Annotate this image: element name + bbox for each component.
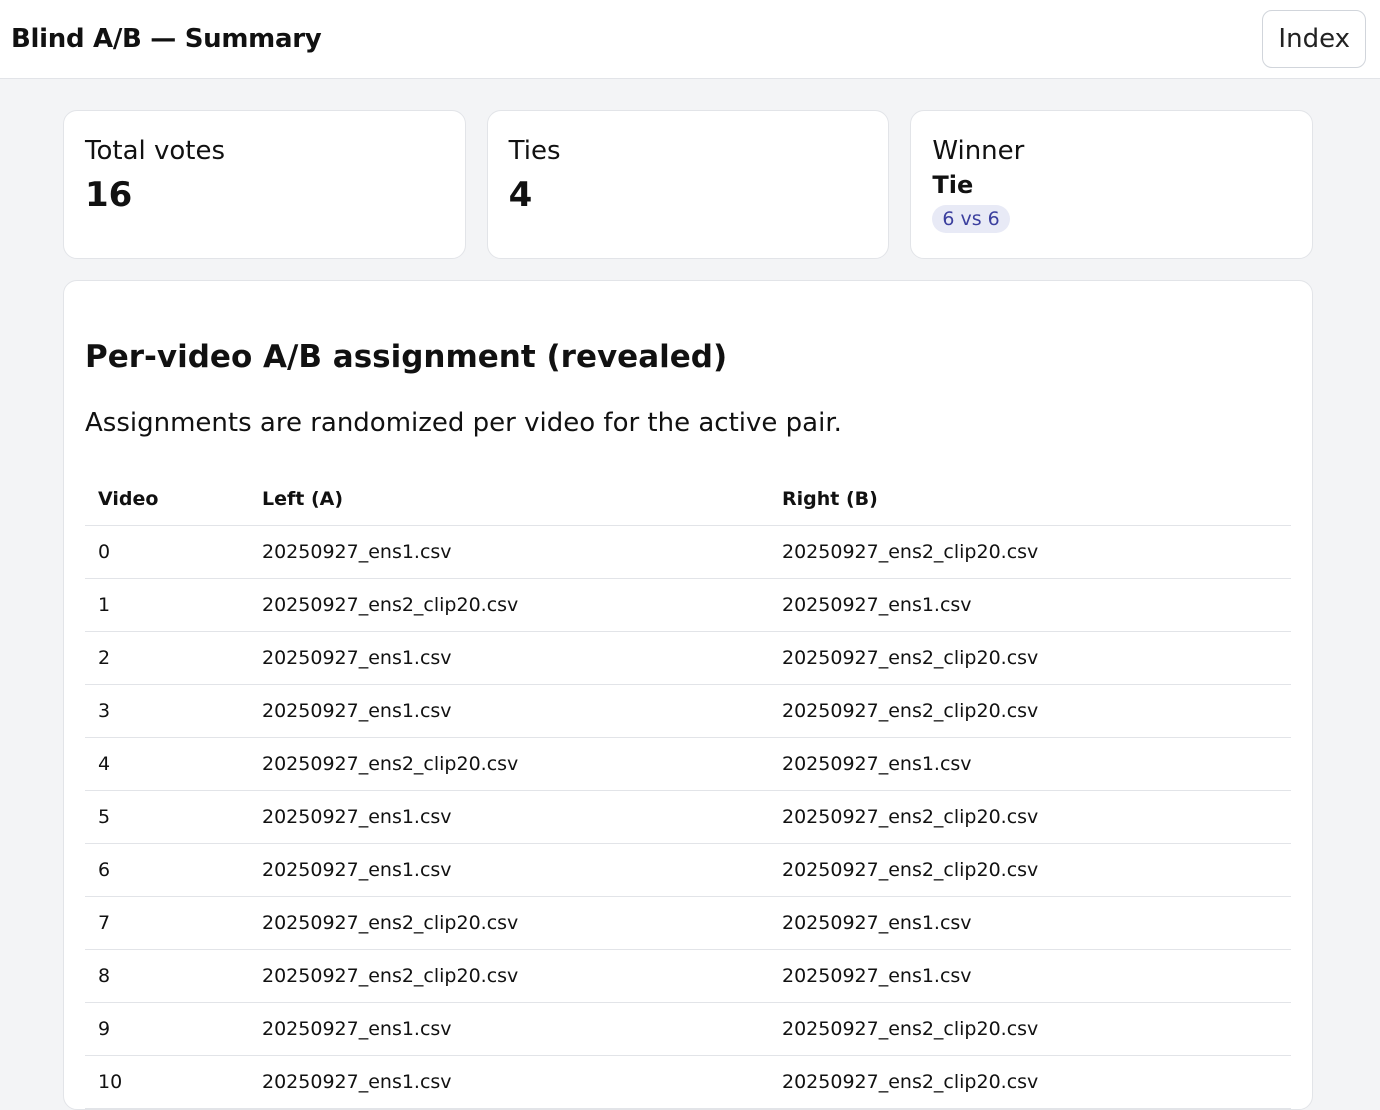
column-header-right: Right (B) — [769, 473, 1291, 526]
right-file-cell: 20250927_ens2_clip20.csv — [769, 843, 1291, 897]
right-file-cell: 20250927_ens2_clip20.csv — [769, 631, 1291, 685]
table-row: 1 20250927_ens2_clip20.csv 20250927_ens1… — [85, 578, 1291, 632]
top-bar: Blind A/B — Summary Index — [0, 0, 1380, 79]
video-index-cell: 5 — [85, 790, 249, 844]
winner-label: Winner — [932, 136, 1025, 166]
video-index-cell: 2 — [85, 631, 249, 685]
left-file-cell: 20250927_ens2_clip20.csv — [249, 896, 769, 950]
total-votes-value: 16 — [85, 175, 133, 215]
assignment-table: Video Left (A) Right (B) 0 20250927_ens1… — [85, 473, 1291, 1109]
table-row: 10 20250927_ens1.csv 20250927_ens2_clip2… — [85, 1055, 1291, 1109]
video-index-cell: 6 — [85, 843, 249, 897]
left-file-cell: 20250927_ens1.csv — [249, 1055, 769, 1109]
table-row: 0 20250927_ens1.csv 20250927_ens2_clip20… — [85, 525, 1291, 579]
table-row: 6 20250927_ens1.csv 20250927_ens2_clip20… — [85, 843, 1291, 897]
right-file-cell: 20250927_ens2_clip20.csv — [769, 1055, 1291, 1109]
right-file-cell: 20250927_ens2_clip20.csv — [769, 1002, 1291, 1056]
video-index-cell: 3 — [85, 684, 249, 738]
assignment-title: Per-video A/B assignment (revealed) — [85, 339, 728, 375]
right-file-cell: 20250927_ens1.csv — [769, 896, 1291, 950]
winner-value: Tie — [932, 171, 974, 199]
right-file-cell: 20250927_ens1.csv — [769, 949, 1291, 1003]
table-header-row: Video Left (A) Right (B) — [85, 473, 1291, 526]
winner-card: Winner Tie 6 vs 6 — [910, 110, 1314, 259]
left-file-cell: 20250927_ens1.csv — [249, 790, 769, 844]
video-index-cell: 0 — [85, 525, 249, 579]
right-file-cell: 20250927_ens1.csv — [769, 578, 1291, 632]
left-file-cell: 20250927_ens2_clip20.csv — [249, 949, 769, 1003]
main-content: Total votes 16 Ties 4 Winner Tie 6 vs 6 … — [0, 79, 1380, 1110]
total-votes-card: Total votes 16 — [63, 110, 466, 259]
right-file-cell: 20250927_ens2_clip20.csv — [769, 684, 1291, 738]
ties-value: 4 — [508, 175, 533, 215]
winner-score-badge: 6 vs 6 — [932, 205, 1010, 233]
video-index-cell: 8 — [85, 949, 249, 1003]
table-row: 9 20250927_ens1.csv 20250927_ens2_clip20… — [85, 1002, 1291, 1056]
left-file-cell: 20250927_ens1.csv — [249, 631, 769, 685]
left-file-cell: 20250927_ens2_clip20.csv — [249, 578, 769, 632]
index-button[interactable]: Index — [1262, 10, 1366, 68]
right-file-cell: 20250927_ens2_clip20.csv — [769, 525, 1291, 579]
total-votes-label: Total votes — [85, 136, 226, 166]
table-row: 5 20250927_ens1.csv 20250927_ens2_clip20… — [85, 790, 1291, 844]
left-file-cell: 20250927_ens1.csv — [249, 1002, 769, 1056]
stats-cards: Total votes 16 Ties 4 Winner Tie 6 vs 6 — [63, 110, 1314, 259]
left-file-cell: 20250927_ens1.csv — [249, 525, 769, 579]
video-index-cell: 10 — [85, 1055, 249, 1109]
left-file-cell: 20250927_ens1.csv — [249, 843, 769, 897]
video-index-cell: 1 — [85, 578, 249, 632]
right-file-cell: 20250927_ens2_clip20.csv — [769, 790, 1291, 844]
column-header-left: Left (A) — [249, 473, 769, 526]
table-row: 8 20250927_ens2_clip20.csv 20250927_ens1… — [85, 949, 1291, 1003]
video-index-cell: 7 — [85, 896, 249, 950]
video-index-cell: 9 — [85, 1002, 249, 1056]
page-title: Blind A/B — Summary — [11, 24, 322, 54]
assignment-description: Assignments are randomized per video for… — [85, 408, 842, 438]
table-row: 4 20250927_ens2_clip20.csv 20250927_ens1… — [85, 737, 1291, 791]
ties-card: Ties 4 — [486, 110, 890, 259]
assignment-table-body: 0 20250927_ens1.csv 20250927_ens2_clip20… — [85, 525, 1291, 1109]
table-row: 2 20250927_ens1.csv 20250927_ens2_clip20… — [85, 631, 1291, 685]
left-file-cell: 20250927_ens1.csv — [249, 684, 769, 738]
left-file-cell: 20250927_ens2_clip20.csv — [249, 737, 769, 791]
table-row: 7 20250927_ens2_clip20.csv 20250927_ens1… — [85, 896, 1291, 950]
column-header-video: Video — [85, 473, 249, 526]
ties-label: Ties — [508, 136, 561, 166]
right-file-cell: 20250927_ens1.csv — [769, 737, 1291, 791]
video-index-cell: 4 — [85, 737, 249, 791]
table-row: 3 20250927_ens1.csv 20250927_ens2_clip20… — [85, 684, 1291, 738]
assignment-panel: Per-video A/B assignment (revealed) Assi… — [63, 280, 1313, 1110]
